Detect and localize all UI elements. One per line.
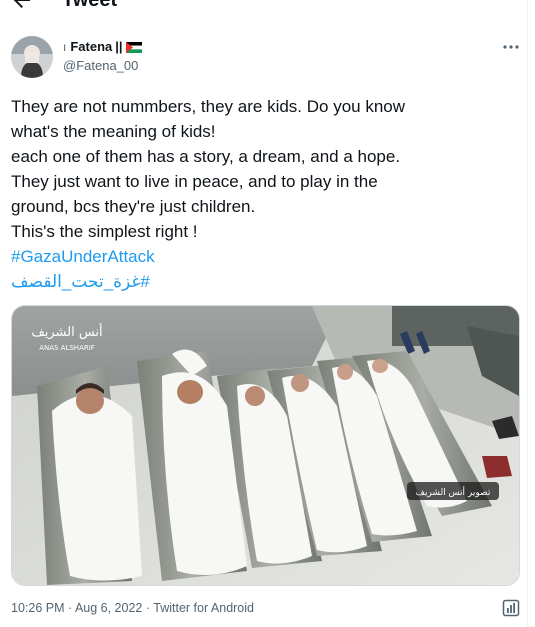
tweet-text: They are not nummbers, they are kids. Do… xyxy=(11,94,516,294)
meta-separator: · xyxy=(64,601,75,615)
avatar[interactable] xyxy=(11,36,53,78)
tweet-media-photo[interactable]: أنس الشريف ANAS ALSHARIF تصوير أنس الشري… xyxy=(11,305,520,586)
tweet-line: what's the meaning of kids! xyxy=(11,122,216,141)
column-border xyxy=(527,0,528,627)
meta-separator: · xyxy=(142,601,154,615)
avatar-image xyxy=(11,36,53,78)
svg-text:ANAS ALSHARIF: ANAS ALSHARIF xyxy=(39,344,95,352)
tweet-line: ground, bcs they're just children. xyxy=(11,197,256,216)
tweet-timestamp[interactable]: 10:26 PM xyxy=(11,601,65,615)
name-prefix-mark: ı xyxy=(63,40,67,54)
media-photo: أنس الشريف ANAS ALSHARIF تصوير أنس الشري… xyxy=(12,306,519,585)
author-block: ı Fatena || @Fatena_00 xyxy=(63,38,142,75)
media-caption: تصوير أنس الشريف xyxy=(416,486,491,498)
tweet-line: This's the simplest right ! xyxy=(11,222,198,241)
hashtag-link-arabic[interactable]: #غزة_تحت_القصف xyxy=(11,272,150,291)
tweet-line: each one of them has a story, a dream, a… xyxy=(11,147,401,166)
tweet-source[interactable]: Twitter for Android xyxy=(153,601,254,615)
media-watermark-logo: أنس الشريف ANAS ALSHARIF xyxy=(31,323,102,352)
tweet-line: They are not nummbers, they are kids. Do… xyxy=(11,97,406,116)
page-title: Tweet xyxy=(62,0,118,11)
more-horizontal-icon xyxy=(503,45,519,49)
name-badge: || xyxy=(115,39,123,54)
more-button[interactable] xyxy=(500,36,522,58)
tweet-meta: 10:26 PM · Aug 6, 2022 · Twitter for And… xyxy=(11,600,254,616)
analytics-button[interactable] xyxy=(502,599,520,617)
tweet-line: They just want to live in peace, and to … xyxy=(11,172,378,191)
back-button[interactable] xyxy=(10,0,34,12)
svg-text:أنس الشريف: أنس الشريف xyxy=(31,323,102,340)
author-handle[interactable]: @Fatena_00 xyxy=(63,57,142,75)
palestine-flag-icon xyxy=(125,41,142,53)
author-name[interactable]: Fatena xyxy=(70,38,112,56)
hashtag-link[interactable]: #GazaUnderAttack xyxy=(11,247,155,266)
tweet-header: Tweet xyxy=(0,0,527,12)
analytics-icon xyxy=(502,599,520,617)
tweet-date[interactable]: Aug 6, 2022 xyxy=(75,601,142,615)
arrow-left-icon xyxy=(13,0,30,8)
author-name-row[interactable]: ı Fatena || xyxy=(63,38,142,56)
